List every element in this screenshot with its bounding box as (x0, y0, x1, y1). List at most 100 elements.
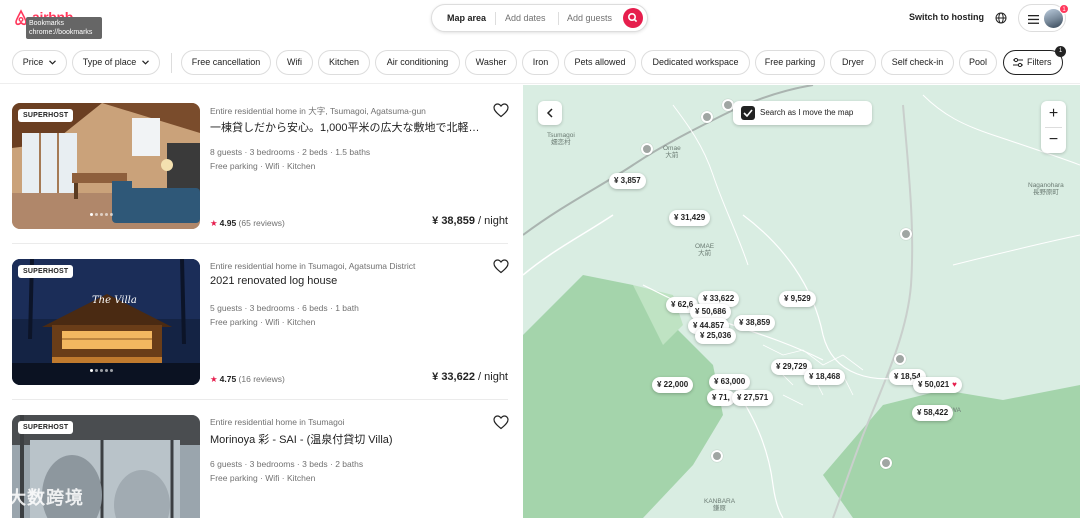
map-panel[interactable]: Tsumagoi 嬬恋村 Omae 大前 OMAE 大前 Naganohara 長野原町… (523, 85, 1080, 518)
price-pin[interactable]: ¥ 22,000 (652, 377, 694, 393)
chip-dryer[interactable]: Dryer (830, 50, 876, 75)
rating-value: 4.95 (219, 218, 237, 228)
listing-title[interactable]: 2021 renovated log house (210, 275, 490, 287)
wishlist-heart-icon[interactable] (493, 259, 509, 274)
map-poi-marker[interactable] (641, 143, 653, 155)
type-of-place-filter[interactable]: Type of place (72, 50, 160, 75)
listing-photo[interactable]: SUPERHOST (12, 103, 200, 229)
price-pin[interactable]: ¥ 3,857 (609, 173, 646, 189)
chip-air-conditioning[interactable]: Air conditioning (375, 50, 460, 75)
chip-free-parking[interactable]: Free parking (755, 50, 825, 75)
chip-wifi[interactable]: Wifi (276, 50, 313, 75)
map-poi-marker[interactable] (900, 228, 912, 240)
chip-pets-allowed[interactable]: Pets allowed (564, 50, 636, 75)
listing-title[interactable]: 一棟貸しだから安心。1,000平米の広大な敷地で北軽… (210, 119, 490, 135)
price-pin[interactable]: ¥ 25,036 (695, 328, 737, 344)
listing-type: Entire residential home in 大字, Tsumagoi,… (210, 106, 426, 116)
place-label-tsumagoi: Tsumagoi 嬬恋村 (547, 132, 575, 146)
search-bar[interactable]: Map area Add dates Add guests (431, 4, 648, 32)
chip-kitchen[interactable]: Kitchen (318, 50, 370, 75)
user-menu-button[interactable]: 1 (1018, 4, 1069, 32)
review-count: (65 reviews) (238, 218, 285, 228)
price-pin[interactable]: ¥ 50,021 ♥ (913, 377, 962, 393)
filters-button[interactable]: Filters 1 (1003, 46, 1066, 75)
listing-card[interactable]: SUPERHOST Entire residential home in 大字,… (12, 85, 512, 244)
tooltip-url: chrome://bookmarks (29, 29, 93, 36)
price-pin[interactable]: ¥ 71, (707, 390, 735, 406)
listing-type: Entire residential home in Tsumagoi, Aga… (210, 261, 416, 271)
price-filter[interactable]: Price (12, 50, 67, 75)
divider (171, 53, 172, 73)
chevron-down-icon (142, 60, 150, 65)
photo-carousel-dots[interactable] (89, 359, 114, 377)
chip-self-check-in[interactable]: Self check-in (881, 50, 954, 75)
menu-icon (1028, 15, 1039, 24)
map-poi-marker[interactable] (880, 457, 892, 469)
map-zoom-controls: + − (1041, 101, 1066, 153)
price-amount: ¥ 38,859 (432, 215, 475, 227)
superhost-badge: SUPERHOST (18, 109, 74, 122)
chip-washer[interactable]: Washer (465, 50, 517, 75)
review-count: (16 reviews) (238, 374, 285, 384)
listing-photo[interactable]: SUPERHOST The Villa (12, 259, 200, 385)
place-label-omae: Omae 大前 (663, 145, 681, 159)
search-as-move-label: Search as I move the map (760, 108, 854, 117)
price-pin[interactable]: ¥ 31,429 (669, 210, 711, 226)
wishlist-heart-icon[interactable] (493, 103, 509, 118)
chip-pool[interactable]: Pool (959, 50, 997, 75)
search-as-move-toggle[interactable]: Search as I move the map (733, 101, 872, 125)
chip-iron[interactable]: Iron (522, 50, 559, 75)
checkbox-checked[interactable] (741, 106, 755, 120)
zoom-out-button[interactable]: − (1041, 127, 1066, 153)
listing-specs: 6 guests · 3 bedrooms · 3 beds · 2 baths (210, 459, 364, 469)
sliders-icon (1013, 58, 1023, 67)
price-pin[interactable]: ¥ 27,571 (732, 390, 774, 406)
listing-title[interactable]: Morinoya 彩 - SAI - (温泉付貸切 Villa) (210, 431, 490, 447)
chip-free-cancellation[interactable]: Free cancellation (181, 50, 271, 75)
price-pin-label: ¥ 50,021 (918, 380, 950, 389)
map-poi-marker[interactable] (894, 353, 906, 365)
photo-logo-text: The Villa (92, 295, 137, 306)
listing-card[interactable]: SUPERHOST Entire residential home in Tsu… (12, 397, 512, 518)
search-guests[interactable]: Add guests (567, 13, 612, 23)
price-pin[interactable]: ¥ 38,859 (734, 315, 776, 331)
price-pin[interactable]: ¥ 18,468 (804, 369, 846, 385)
chip-dedicated-workspace[interactable]: Dedicated workspace (641, 50, 750, 75)
notification-badge: 1 (1059, 4, 1069, 14)
divider (495, 12, 496, 25)
globe-icon (995, 12, 1007, 24)
photo-carousel-dots[interactable] (89, 203, 114, 221)
collapse-map-button[interactable] (538, 101, 562, 125)
listing-type: Entire residential home in Tsumagoi (210, 417, 345, 427)
listings-panel: SUPERHOST Entire residential home in 大字,… (0, 85, 523, 518)
map-poi-marker[interactable] (711, 450, 723, 462)
zoom-in-button[interactable]: + (1041, 101, 1066, 127)
rating-value: 4.75 (219, 374, 237, 384)
listing-amenities: Free parking · Wifi · Kitchen (210, 473, 316, 483)
language-button[interactable] (995, 11, 1007, 29)
price-pin[interactable]: ¥ 58,422 (912, 405, 954, 421)
search-dates[interactable]: Add dates (505, 13, 546, 23)
top-header: airbnb Bookmarks chrome://bookmarks Map … (0, 0, 1080, 39)
map-poi-marker[interactable] (701, 111, 713, 123)
price-filter-label: Price (22, 57, 44, 67)
switch-to-hosting-link[interactable]: Switch to hosting (909, 12, 984, 22)
wishlist-heart-icon[interactable] (493, 415, 509, 430)
check-icon (743, 109, 753, 117)
search-where[interactable]: Map area (447, 13, 486, 23)
price-pin[interactable]: ¥ 9,529 (779, 291, 816, 307)
listing-price: ¥ 33,622 / night (432, 371, 508, 383)
watermark-text: 大数跨境 (8, 488, 84, 508)
search-button[interactable] (623, 8, 643, 28)
listing-rating: ★ 4.75 (16 reviews) (210, 374, 285, 385)
place-label-kanbara: KANBARA 鎌原 (704, 498, 736, 512)
filters-label: Filters (1027, 57, 1052, 67)
bookmarks-tooltip: Bookmarks chrome://bookmarks (26, 17, 102, 39)
star-icon: ★ (210, 218, 218, 228)
superhost-badge: SUPERHOST (18, 265, 74, 278)
price-pin[interactable]: ¥ 63,000 (709, 374, 751, 390)
listing-card[interactable]: SUPERHOST The Villa Entire residential h… (12, 241, 512, 400)
listing-price: ¥ 38,859 / night (432, 215, 508, 227)
filters-count-badge: 1 (1055, 46, 1066, 57)
listing-specs: 5 guests · 3 bedrooms · 6 beds · 1 bath (210, 303, 359, 313)
